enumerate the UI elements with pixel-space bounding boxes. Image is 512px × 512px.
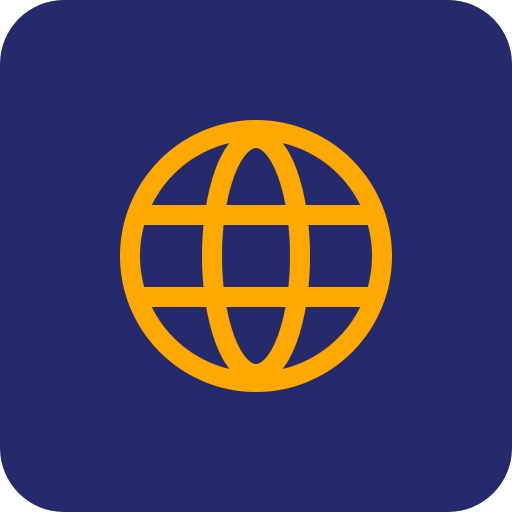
globe-icon [120,120,392,392]
app-icon[interactable] [0,0,512,512]
